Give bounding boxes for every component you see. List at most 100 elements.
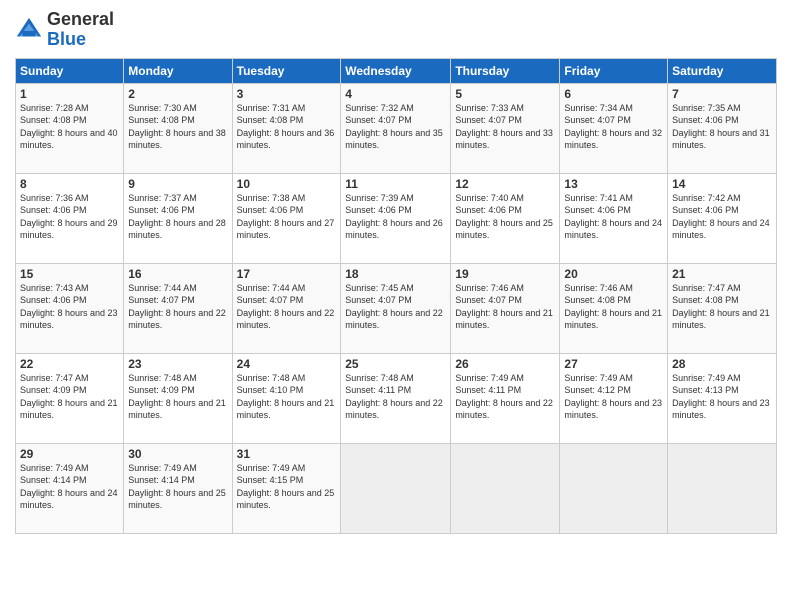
day-number: 8: [20, 177, 119, 191]
day-info: Sunrise: 7:48 AM Sunset: 4:09 PM Dayligh…: [128, 372, 227, 422]
day-number: 28: [672, 357, 772, 371]
sunrise-label: Sunrise: 7:49 AM: [564, 373, 633, 383]
daylight-label: Daylight: 8 hours and 21 minutes.: [564, 308, 662, 331]
sunrise-label: Sunrise: 7:33 AM: [455, 103, 524, 113]
day-number: 18: [345, 267, 446, 281]
sunset-label: Sunset: 4:08 PM: [237, 115, 304, 125]
daylight-label: Daylight: 8 hours and 22 minutes.: [345, 308, 443, 331]
day-info: Sunrise: 7:49 AM Sunset: 4:15 PM Dayligh…: [237, 462, 337, 512]
day-info: Sunrise: 7:49 AM Sunset: 4:11 PM Dayligh…: [455, 372, 555, 422]
day-number: 7: [672, 87, 772, 101]
day-info: Sunrise: 7:49 AM Sunset: 4:14 PM Dayligh…: [20, 462, 119, 512]
sunrise-label: Sunrise: 7:43 AM: [20, 283, 89, 293]
daylight-label: Daylight: 8 hours and 40 minutes.: [20, 128, 118, 151]
day-info: Sunrise: 7:31 AM Sunset: 4:08 PM Dayligh…: [237, 102, 337, 152]
sunrise-label: Sunrise: 7:31 AM: [237, 103, 306, 113]
sunset-label: Sunset: 4:08 PM: [128, 115, 195, 125]
day-number: 3: [237, 87, 337, 101]
sunrise-label: Sunrise: 7:38 AM: [237, 193, 306, 203]
daylight-label: Daylight: 8 hours and 22 minutes.: [455, 398, 553, 421]
day-info: Sunrise: 7:36 AM Sunset: 4:06 PM Dayligh…: [20, 192, 119, 242]
calendar-cell: 6 Sunrise: 7:34 AM Sunset: 4:07 PM Dayli…: [560, 83, 668, 173]
calendar-cell: 26 Sunrise: 7:49 AM Sunset: 4:11 PM Dayl…: [451, 353, 560, 443]
day-info: Sunrise: 7:48 AM Sunset: 4:11 PM Dayligh…: [345, 372, 446, 422]
sunset-label: Sunset: 4:15 PM: [237, 475, 304, 485]
day-number: 2: [128, 87, 227, 101]
day-number: 27: [564, 357, 663, 371]
calendar-week-row: 22 Sunrise: 7:47 AM Sunset: 4:09 PM Dayl…: [16, 353, 777, 443]
calendar-cell: 23 Sunrise: 7:48 AM Sunset: 4:09 PM Dayl…: [124, 353, 232, 443]
sunset-label: Sunset: 4:07 PM: [128, 295, 195, 305]
sunrise-label: Sunrise: 7:35 AM: [672, 103, 741, 113]
sunset-label: Sunset: 4:07 PM: [455, 115, 522, 125]
sunset-label: Sunset: 4:06 PM: [128, 205, 195, 215]
day-info: Sunrise: 7:33 AM Sunset: 4:07 PM Dayligh…: [455, 102, 555, 152]
calendar-cell: 20 Sunrise: 7:46 AM Sunset: 4:08 PM Dayl…: [560, 263, 668, 353]
day-number: 20: [564, 267, 663, 281]
sunrise-label: Sunrise: 7:46 AM: [564, 283, 633, 293]
daylight-label: Daylight: 8 hours and 25 minutes.: [455, 218, 553, 241]
calendar-cell: 8 Sunrise: 7:36 AM Sunset: 4:06 PM Dayli…: [16, 173, 124, 263]
calendar-cell: 10 Sunrise: 7:38 AM Sunset: 4:06 PM Dayl…: [232, 173, 341, 263]
day-header-friday: Friday: [560, 58, 668, 83]
day-info: Sunrise: 7:39 AM Sunset: 4:06 PM Dayligh…: [345, 192, 446, 242]
logo-icon: [15, 16, 43, 44]
daylight-label: Daylight: 8 hours and 24 minutes.: [564, 218, 662, 241]
daylight-label: Daylight: 8 hours and 33 minutes.: [455, 128, 553, 151]
day-info: Sunrise: 7:48 AM Sunset: 4:10 PM Dayligh…: [237, 372, 337, 422]
daylight-label: Daylight: 8 hours and 21 minutes.: [20, 398, 118, 421]
sunset-label: Sunset: 4:07 PM: [564, 115, 631, 125]
sunrise-label: Sunrise: 7:41 AM: [564, 193, 633, 203]
day-info: Sunrise: 7:47 AM Sunset: 4:08 PM Dayligh…: [672, 282, 772, 332]
calendar-week-row: 8 Sunrise: 7:36 AM Sunset: 4:06 PM Dayli…: [16, 173, 777, 263]
sunrise-label: Sunrise: 7:49 AM: [237, 463, 306, 473]
calendar-week-row: 1 Sunrise: 7:28 AM Sunset: 4:08 PM Dayli…: [16, 83, 777, 173]
sunrise-label: Sunrise: 7:49 AM: [128, 463, 197, 473]
daylight-label: Daylight: 8 hours and 26 minutes.: [345, 218, 443, 241]
daylight-label: Daylight: 8 hours and 21 minutes.: [672, 308, 770, 331]
calendar-cell: 9 Sunrise: 7:37 AM Sunset: 4:06 PM Dayli…: [124, 173, 232, 263]
calendar-cell: 14 Sunrise: 7:42 AM Sunset: 4:06 PM Dayl…: [668, 173, 777, 263]
day-header-saturday: Saturday: [668, 58, 777, 83]
sunset-label: Sunset: 4:11 PM: [455, 385, 521, 395]
sunset-label: Sunset: 4:09 PM: [128, 385, 195, 395]
daylight-label: Daylight: 8 hours and 38 minutes.: [128, 128, 226, 151]
sunrise-label: Sunrise: 7:45 AM: [345, 283, 414, 293]
day-info: Sunrise: 7:46 AM Sunset: 4:08 PM Dayligh…: [564, 282, 663, 332]
daylight-label: Daylight: 8 hours and 21 minutes.: [128, 398, 226, 421]
calendar-cell: 3 Sunrise: 7:31 AM Sunset: 4:08 PM Dayli…: [232, 83, 341, 173]
calendar-cell: 15 Sunrise: 7:43 AM Sunset: 4:06 PM Dayl…: [16, 263, 124, 353]
calendar-cell: 19 Sunrise: 7:46 AM Sunset: 4:07 PM Dayl…: [451, 263, 560, 353]
daylight-label: Daylight: 8 hours and 25 minutes.: [237, 488, 335, 511]
day-info: Sunrise: 7:40 AM Sunset: 4:06 PM Dayligh…: [455, 192, 555, 242]
daylight-label: Daylight: 8 hours and 23 minutes.: [20, 308, 118, 331]
sunrise-label: Sunrise: 7:48 AM: [345, 373, 414, 383]
calendar-cell: 24 Sunrise: 7:48 AM Sunset: 4:10 PM Dayl…: [232, 353, 341, 443]
day-number: 24: [237, 357, 337, 371]
calendar-cell: 18 Sunrise: 7:45 AM Sunset: 4:07 PM Dayl…: [341, 263, 451, 353]
sunrise-label: Sunrise: 7:44 AM: [128, 283, 197, 293]
logo-blue: Blue: [47, 29, 86, 49]
day-info: Sunrise: 7:30 AM Sunset: 4:08 PM Dayligh…: [128, 102, 227, 152]
daylight-label: Daylight: 8 hours and 36 minutes.: [237, 128, 335, 151]
day-header-sunday: Sunday: [16, 58, 124, 83]
logo-general: General: [47, 9, 114, 29]
sunrise-label: Sunrise: 7:28 AM: [20, 103, 89, 113]
daylight-label: Daylight: 8 hours and 27 minutes.: [237, 218, 335, 241]
calendar-header-row: SundayMondayTuesdayWednesdayThursdayFrid…: [16, 58, 777, 83]
daylight-label: Daylight: 8 hours and 28 minutes.: [128, 218, 226, 241]
sunset-label: Sunset: 4:06 PM: [237, 205, 304, 215]
day-header-tuesday: Tuesday: [232, 58, 341, 83]
calendar-cell: [668, 443, 777, 533]
sunset-label: Sunset: 4:06 PM: [672, 115, 739, 125]
day-number: 5: [455, 87, 555, 101]
calendar-cell: 1 Sunrise: 7:28 AM Sunset: 4:08 PM Dayli…: [16, 83, 124, 173]
sunrise-label: Sunrise: 7:42 AM: [672, 193, 741, 203]
sunset-label: Sunset: 4:11 PM: [345, 385, 411, 395]
calendar-week-row: 15 Sunrise: 7:43 AM Sunset: 4:06 PM Dayl…: [16, 263, 777, 353]
calendar-cell: 27 Sunrise: 7:49 AM Sunset: 4:12 PM Dayl…: [560, 353, 668, 443]
calendar-cell: 13 Sunrise: 7:41 AM Sunset: 4:06 PM Dayl…: [560, 173, 668, 263]
day-info: Sunrise: 7:37 AM Sunset: 4:06 PM Dayligh…: [128, 192, 227, 242]
sunset-label: Sunset: 4:07 PM: [455, 295, 522, 305]
day-info: Sunrise: 7:46 AM Sunset: 4:07 PM Dayligh…: [455, 282, 555, 332]
